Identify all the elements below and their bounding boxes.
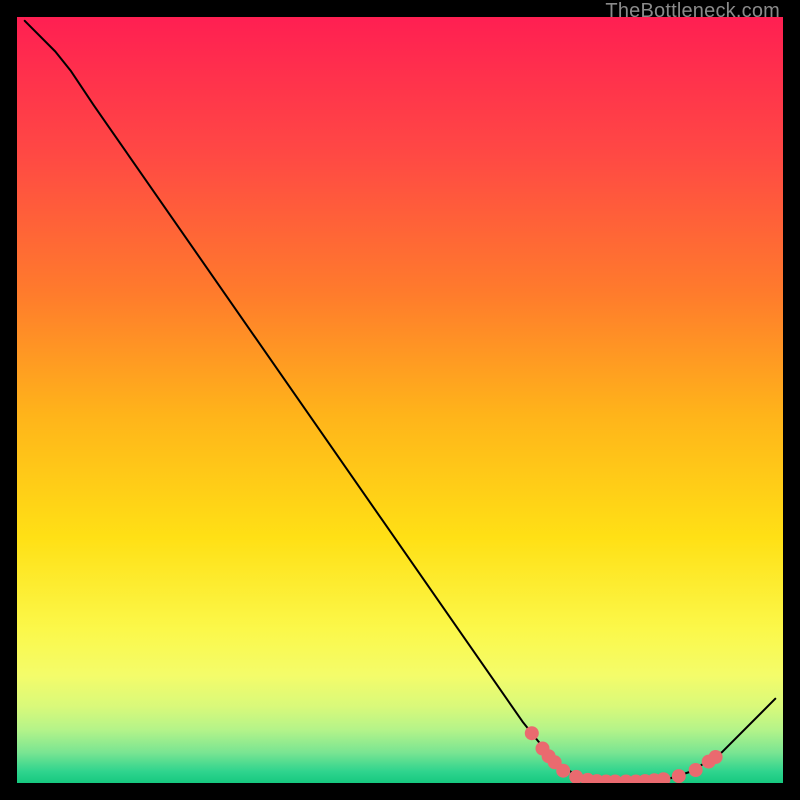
marker-dot <box>525 726 539 740</box>
marker-dot <box>672 769 686 783</box>
marker-dot <box>689 763 703 777</box>
marker-dot <box>709 750 723 764</box>
chart-frame <box>17 17 783 783</box>
chart-background <box>17 17 783 783</box>
marker-dot <box>556 764 570 778</box>
watermark-text: TheBottleneck.com <box>605 0 780 23</box>
bottleneck-chart <box>17 17 783 783</box>
